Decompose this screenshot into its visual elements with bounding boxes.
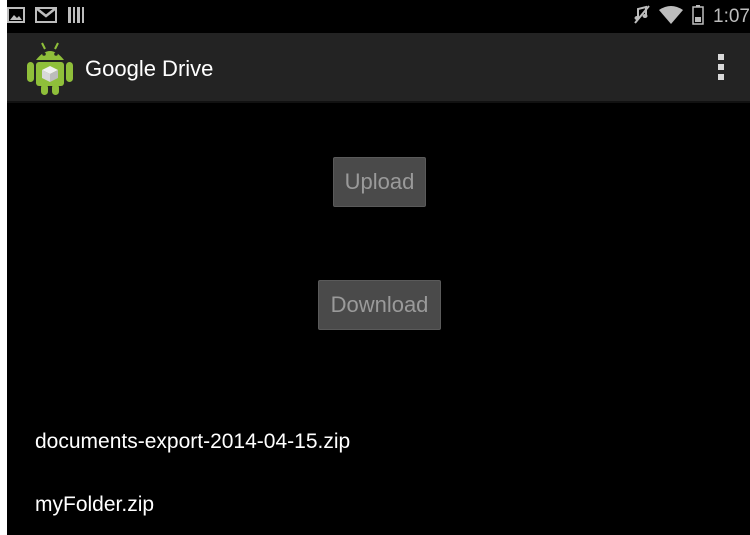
overflow-dot xyxy=(718,74,724,80)
overflow-menu-icon[interactable] xyxy=(710,50,732,84)
notification-icons xyxy=(7,6,85,29)
overflow-dot xyxy=(718,64,724,70)
file-list-item[interactable]: myFolder.zip xyxy=(35,493,154,517)
main-content: Upload Download documents-export-2014-04… xyxy=(7,103,750,535)
mute-icon xyxy=(634,4,650,30)
device-screen: 1:07 Google Drive Upload Download docume… xyxy=(7,0,750,535)
android-icon[interactable] xyxy=(24,40,76,96)
action-bar: Google Drive xyxy=(7,33,750,103)
barcode-icon xyxy=(67,6,85,29)
overflow-dot xyxy=(718,54,724,60)
app-title: Google Drive xyxy=(85,56,214,81)
status-bar: 1:07 xyxy=(7,0,750,33)
gmail-icon xyxy=(35,6,57,28)
upload-button[interactable]: Upload xyxy=(333,157,426,207)
download-button[interactable]: Download xyxy=(318,280,441,330)
clock-time: 1:07 xyxy=(713,6,750,27)
battery-icon xyxy=(692,4,704,30)
wifi-icon xyxy=(659,5,684,30)
system-icons: 1:07 xyxy=(634,4,750,30)
picture-icon xyxy=(7,6,25,28)
file-list-item[interactable]: documents-export-2014-04-15.zip xyxy=(35,430,350,454)
